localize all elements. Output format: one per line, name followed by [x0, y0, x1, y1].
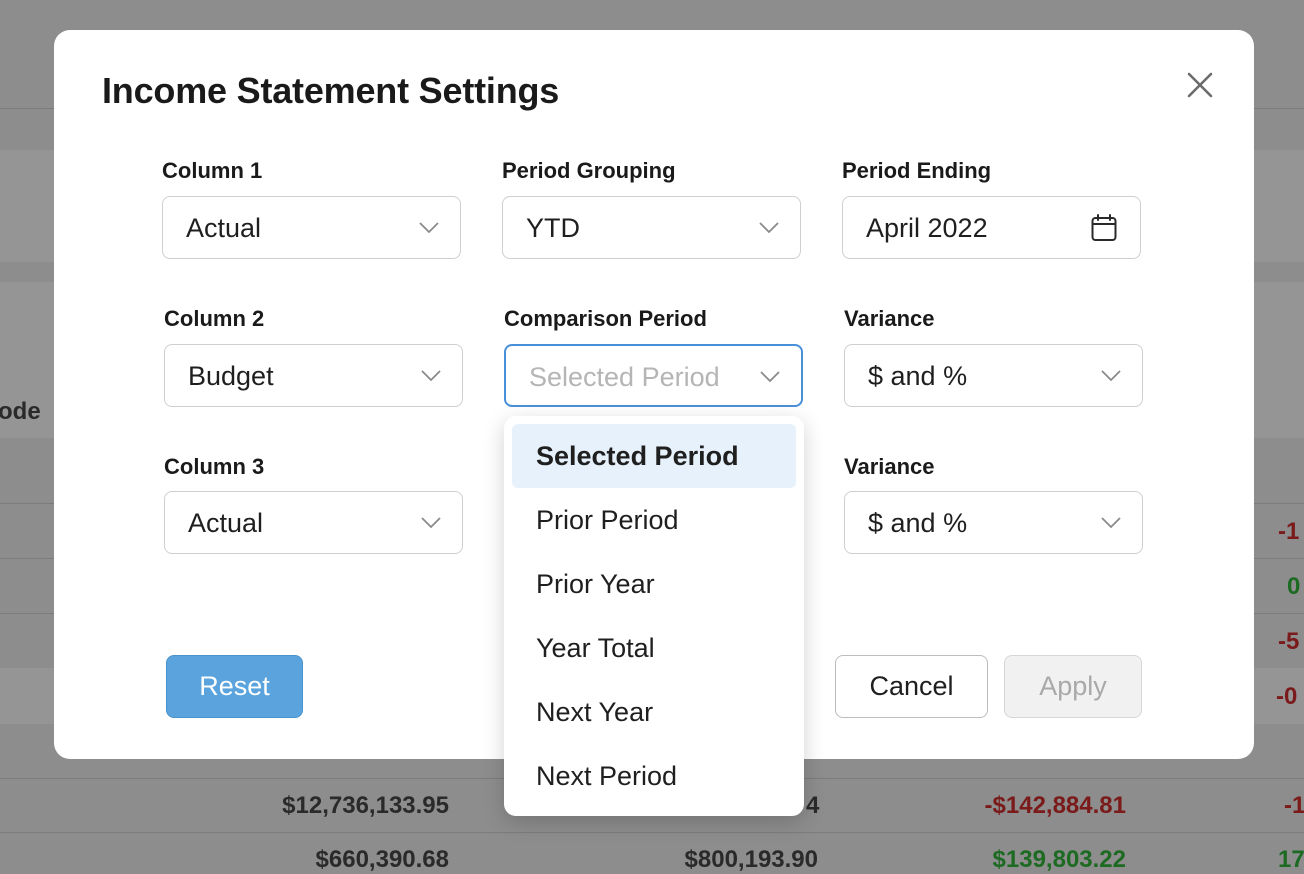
apply-button[interactable]: Apply: [1004, 655, 1142, 718]
column3-value: Actual: [188, 508, 264, 538]
close-icon: [1187, 72, 1213, 98]
reset-button[interactable]: Reset: [166, 655, 303, 718]
table-cell: $660,390.68: [315, 846, 449, 873]
comparison-period-select[interactable]: Selected Period: [504, 344, 803, 407]
chevron-down-icon: [759, 222, 779, 234]
column1-label: Column 1: [162, 158, 263, 183]
table-cell: $800,193.90: [684, 846, 818, 873]
menu-option-prior-period[interactable]: Prior Period: [512, 488, 796, 552]
menu-option-prior-year[interactable]: Prior Year: [512, 552, 796, 616]
table-cell: -0: [1276, 683, 1298, 710]
column2-label: Column 2: [164, 306, 265, 331]
period-grouping-value: YTD: [526, 213, 580, 243]
variance2-label: Variance: [844, 454, 935, 479]
table-cell: 17: [1278, 846, 1304, 873]
chevron-down-icon: [421, 370, 441, 382]
comparison-period-menu: Selected Period Prior Period Prior Year …: [504, 416, 804, 816]
column2-value: Budget: [188, 361, 274, 391]
column2-select[interactable]: Budget: [164, 344, 463, 407]
table-cell: $139,803.22: [992, 846, 1126, 873]
menu-option-next-year[interactable]: Next Year: [512, 680, 796, 744]
period-ending-label: Period Ending: [842, 158, 992, 183]
table-cell: 4: [806, 792, 820, 819]
table-cell: 0: [1287, 573, 1301, 600]
column3-label: Column 3: [164, 454, 265, 479]
menu-option-selected-period[interactable]: Selected Period: [512, 424, 796, 488]
chevron-down-icon: [419, 222, 439, 234]
column-header-partial: ode: [0, 398, 41, 425]
close-button[interactable]: [1182, 68, 1218, 104]
table-cell: $12,736,133.95: [282, 792, 449, 819]
period-ending-datepicker[interactable]: April 2022: [842, 196, 1141, 259]
period-grouping-label: Period Grouping: [502, 158, 676, 183]
table-cell: -$142,884.81: [984, 792, 1126, 819]
period-grouping-select[interactable]: YTD: [502, 196, 801, 259]
column1-select[interactable]: Actual: [162, 196, 461, 259]
chevron-down-icon: [421, 517, 441, 529]
cancel-button[interactable]: Cancel: [835, 655, 988, 718]
comparison-period-placeholder: Selected Period: [529, 362, 720, 392]
variance1-value: $ and %: [868, 361, 968, 391]
variance1-select[interactable]: $ and %: [844, 344, 1143, 407]
column3-select[interactable]: Actual: [164, 491, 463, 554]
variance1-label: Variance: [844, 306, 935, 331]
chevron-down-icon: [1101, 517, 1121, 529]
period-ending-value: April 2022: [866, 213, 988, 243]
variance2-select[interactable]: $ and %: [844, 491, 1143, 554]
menu-option-next-period[interactable]: Next Period: [512, 744, 796, 808]
calendar-icon[interactable]: [1090, 213, 1118, 243]
column1-value: Actual: [186, 213, 262, 243]
comparison-period-label: Comparison Period: [504, 306, 707, 331]
modal-title: Income Statement Settings: [102, 70, 560, 111]
table-cell: -5: [1278, 628, 1300, 655]
variance2-value: $ and %: [868, 508, 968, 538]
chevron-down-icon: [1101, 370, 1121, 382]
table-cell: -1: [1278, 518, 1300, 545]
chevron-down-icon: [760, 371, 780, 383]
table-cell: -1: [1284, 792, 1304, 819]
menu-option-year-total[interactable]: Year Total: [512, 616, 796, 680]
divider: [0, 832, 1304, 833]
